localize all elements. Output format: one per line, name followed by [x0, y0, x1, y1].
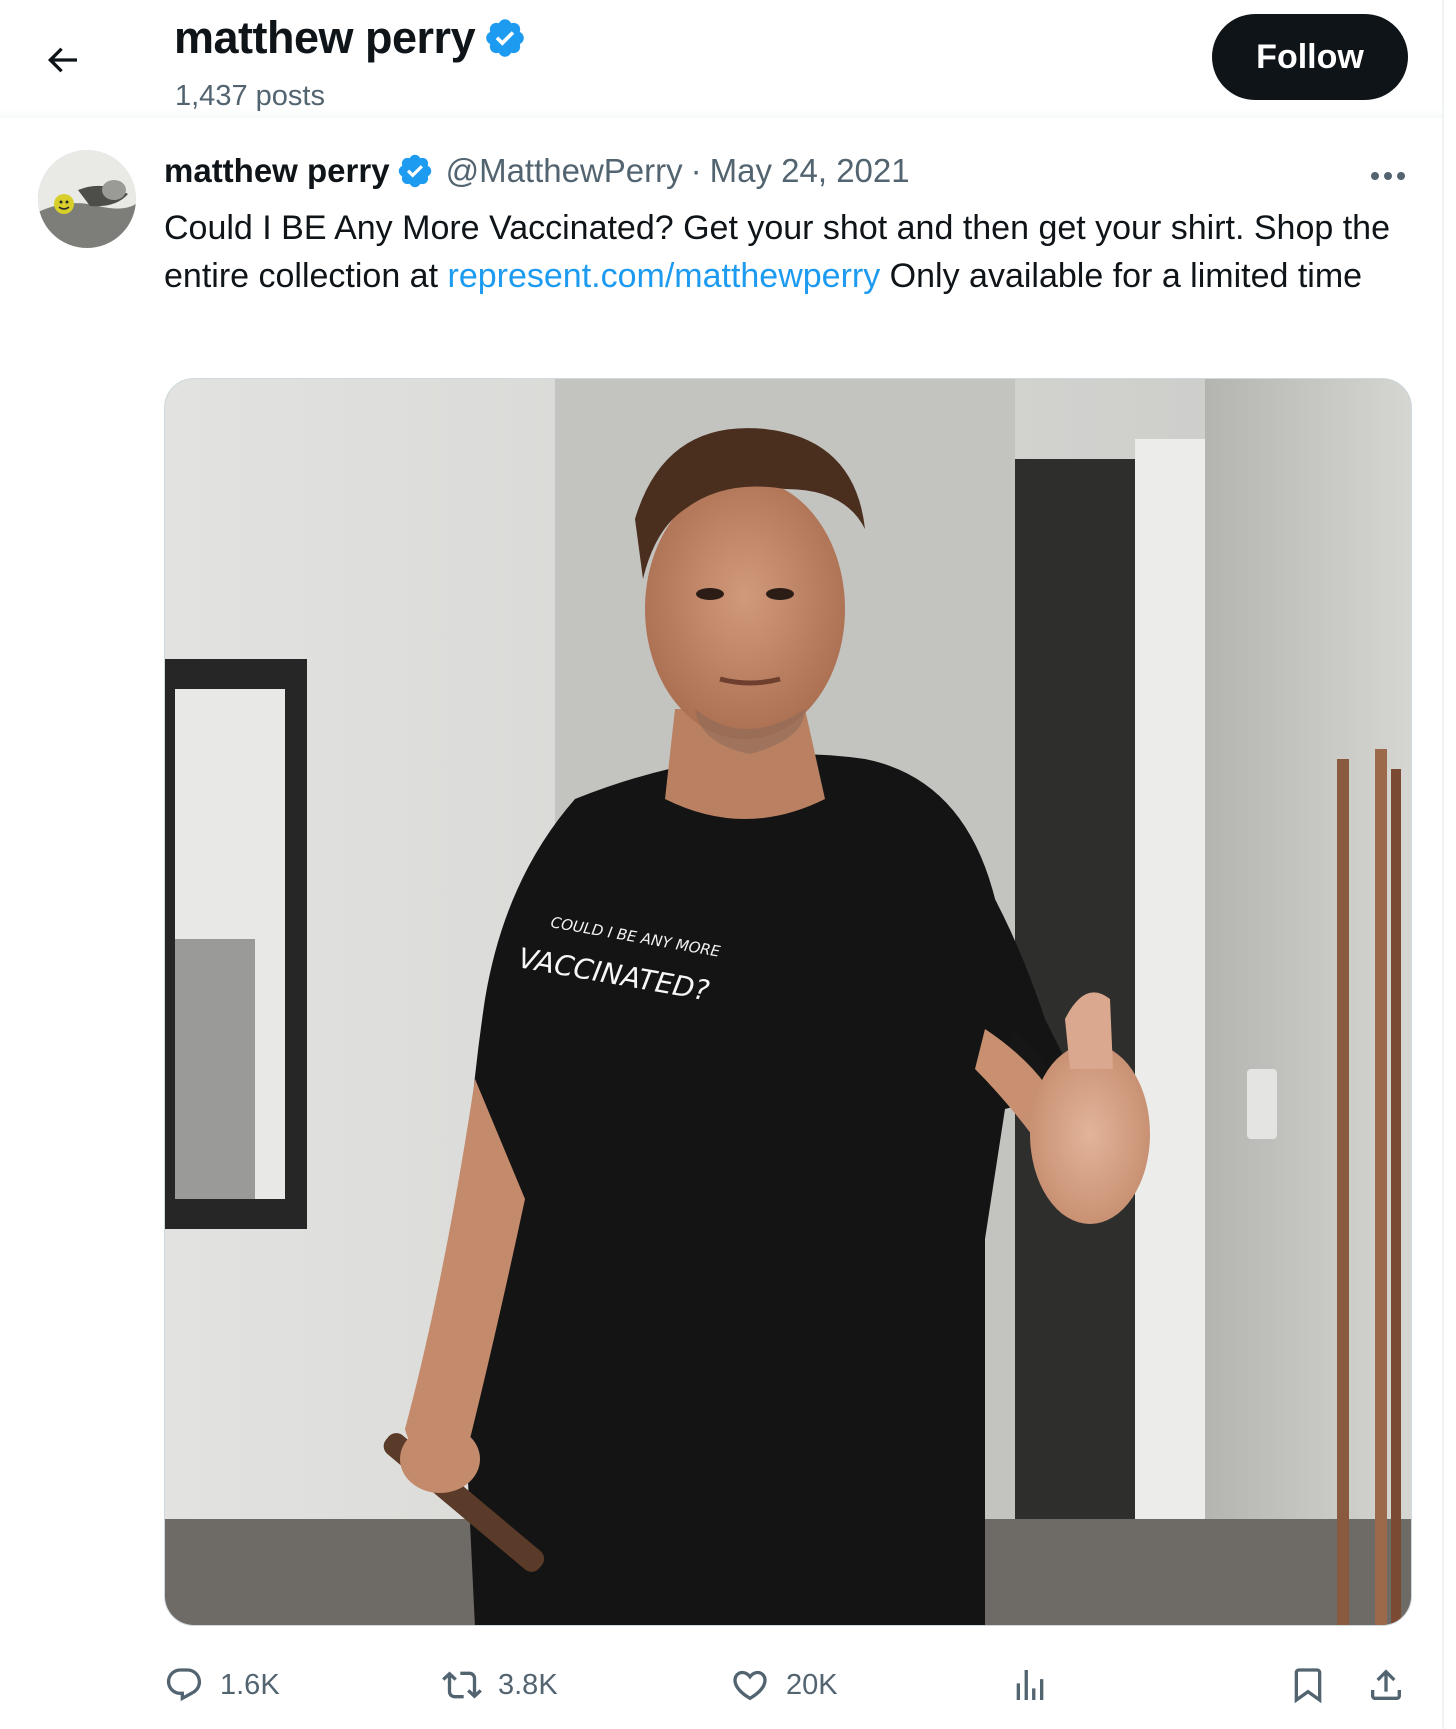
- views-chart-icon: [1016, 1670, 1044, 1700]
- app-frame: matthew perry 1,437 posts Follow matthew…: [0, 0, 1456, 1729]
- more-icon: [1371, 172, 1405, 180]
- more-button[interactable]: [1364, 158, 1412, 194]
- tweet-text: Could I BE Any More Vaccinated? Get your…: [164, 204, 1414, 300]
- tweet-handle[interactable]: @MatthewPerry: [446, 152, 683, 190]
- header-title-row: matthew perry: [174, 8, 527, 68]
- heart-icon: [733, 1670, 767, 1701]
- tweet-link[interactable]: represent.com/matthewperry: [448, 257, 881, 295]
- column-divider: [1442, 0, 1444, 1729]
- reply-icon: [166, 1668, 202, 1702]
- tweet-photo-image: COULD I BE ANY MORE VACCINATED?: [165, 379, 1411, 1625]
- repost-count: 3.8K: [498, 1668, 558, 1701]
- reply-count: 1.6K: [220, 1668, 280, 1701]
- profile-header: matthew perry 1,437 posts Follow: [0, 0, 1442, 118]
- avatar-image: [38, 150, 136, 248]
- repost-button[interactable]: 3.8K: [442, 1660, 558, 1710]
- reply-button[interactable]: 1.6K: [164, 1660, 280, 1710]
- share-button[interactable]: [1366, 1660, 1406, 1710]
- bookmark-button[interactable]: [1288, 1660, 1328, 1710]
- like-button[interactable]: 20K: [730, 1660, 838, 1710]
- like-count: 20K: [786, 1668, 838, 1701]
- verified-badge-icon: [398, 154, 431, 188]
- posts-count: 1,437 posts: [175, 80, 325, 112]
- repost-icon: [442, 1671, 482, 1699]
- avatar[interactable]: [38, 150, 136, 248]
- tweet-separator: ·: [690, 152, 702, 189]
- follow-button[interactable]: Follow: [1212, 14, 1408, 100]
- tweet-header: matthew perry @MatthewPerry · May 24, 20…: [164, 152, 910, 190]
- views-button[interactable]: [1010, 1660, 1050, 1710]
- arrow-left-icon: [47, 47, 77, 73]
- back-button[interactable]: [30, 28, 94, 92]
- share-icon: [1371, 1669, 1401, 1700]
- tweet-text-part: Only available for a limited time: [880, 257, 1363, 295]
- tweet-photo[interactable]: COULD I BE ANY MORE VACCINATED?: [164, 378, 1412, 1626]
- header-title: matthew perry: [174, 12, 476, 63]
- tweet-author-name[interactable]: matthew perry: [164, 152, 390, 190]
- verified-badge-icon: [486, 19, 524, 57]
- bookmark-icon: [1294, 1668, 1322, 1704]
- tweet-date[interactable]: May 24, 2021: [710, 152, 910, 190]
